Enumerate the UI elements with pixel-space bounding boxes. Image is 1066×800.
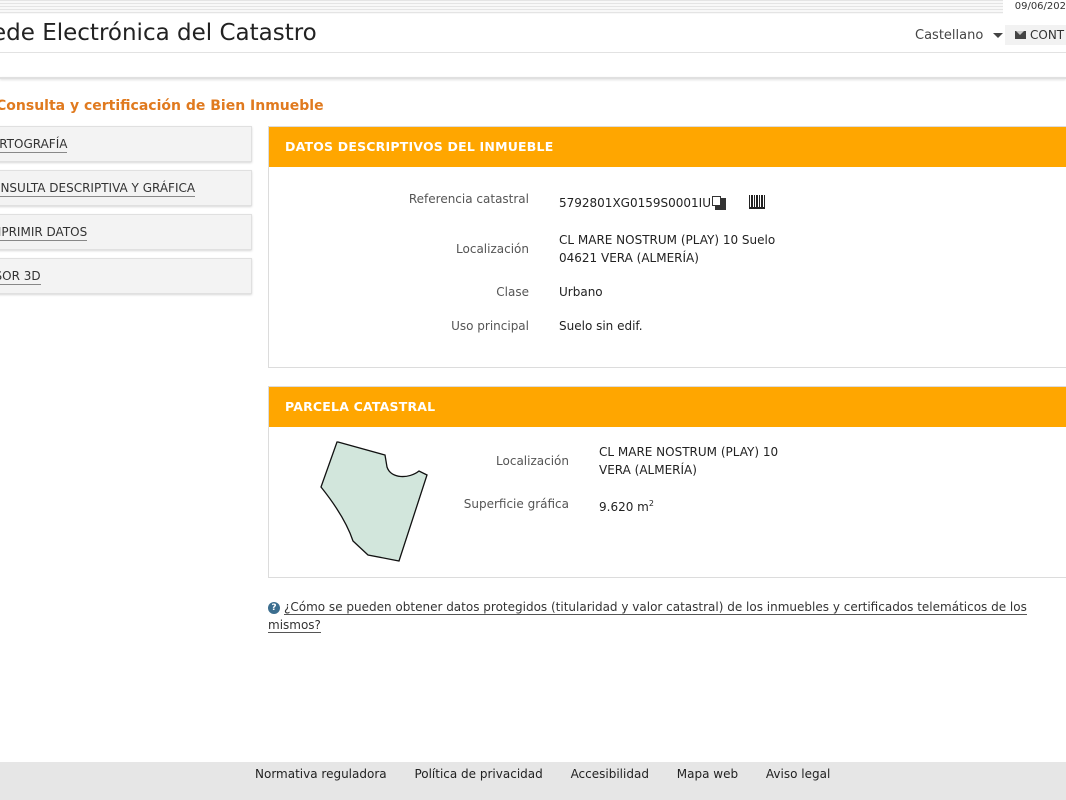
header-divider: [0, 52, 1066, 53]
page-title: Consulta y certificación de Bien Inmuebl…: [0, 98, 324, 114]
envelope-icon: [1015, 30, 1026, 39]
top-stripe: [0, 0, 1066, 14]
parcela-localizacion-line1: CL MARE NOSTRUM (PLAY) 10: [599, 445, 779, 459]
localizacion-line2: 04621 VERA (ALMERÍA): [559, 251, 699, 265]
chevron-down-icon: [993, 33, 1004, 38]
sidebar-item-imprimir-datos[interactable]: MPRIMIR DATOS: [0, 214, 252, 250]
footer-link-aviso-legal[interactable]: Aviso legal: [766, 767, 830, 781]
current-date: 09/06/202: [1002, 0, 1066, 14]
superficie-label: Superficie gráfica: [463, 497, 569, 511]
language-label: Castellano: [915, 28, 984, 43]
footer-links: Normativa reguladora Política de privaci…: [255, 762, 854, 800]
clase-value: Urbano: [559, 285, 603, 299]
parcela-localizacion-label: Localización: [496, 454, 569, 468]
copy-icon[interactable]: [711, 195, 726, 210]
barcode-icon[interactable]: [749, 195, 765, 209]
footer-link-mapa-web[interactable]: Mapa web: [677, 767, 738, 781]
sidebar-item-consulta-descriptiva[interactable]: ONSULTA DESCRIPTIVA Y GRÁFICA: [0, 170, 252, 206]
sidebar-item-cartografia[interactable]: ARTOGRAFÍA: [0, 126, 252, 162]
panel-title: PARCELA CATASTRAL: [269, 387, 1066, 427]
superficie-unit-exponent: 2: [648, 499, 654, 508]
localizacion-line1: CL MARE NOSTRUM (PLAY) 10 Suelo: [559, 233, 776, 247]
sidebar-item-label: ONSULTA DESCRIPTIVA Y GRÁFICA: [0, 181, 196, 197]
header-divider: [0, 77, 1066, 79]
footer-link-privacidad[interactable]: Política de privacidad: [414, 767, 542, 781]
parcela-localizacion-line2: VERA (ALMERÍA): [599, 463, 697, 477]
localizacion-label: Localización: [456, 242, 529, 256]
datos-descriptivos-panel: DATOS DESCRIPTIVOS DEL INMUEBLE Referenc…: [268, 126, 1066, 368]
parcela-catastral-panel: PARCELA CATASTRAL Localización CL MARE N…: [268, 386, 1066, 578]
sidebar-item-label: MPRIMIR DATOS: [0, 225, 88, 241]
clase-label: Clase: [496, 285, 529, 299]
superficie-value: 9.620 m2: [599, 495, 654, 516]
footer-link-accesibilidad[interactable]: Accesibilidad: [571, 767, 649, 781]
help-link[interactable]: ? ¿Cómo se pueden obtener datos protegido…: [268, 598, 1038, 634]
sidebar-item-label: ISOR 3D: [0, 269, 41, 285]
uso-principal-value: Suelo sin edif.: [559, 319, 643, 333]
site-title[interactable]: ede Electrónica del Catastro: [0, 20, 317, 46]
ref-catastral-value: 5792801XG0159S0001IU: [559, 194, 726, 212]
uso-principal-label: Uso principal: [451, 319, 529, 333]
ref-catastral-label: Referencia catastral: [408, 192, 529, 206]
sidebar-item-label: ARTOGRAFÍA: [0, 137, 68, 153]
footer-link-normativa[interactable]: Normativa reguladora: [255, 767, 387, 781]
sidebar-item-visor-3d[interactable]: ISOR 3D: [0, 258, 252, 294]
footer: Normativa reguladora Política de privaci…: [0, 762, 1066, 800]
superficie-number: 9.620 m: [599, 500, 649, 514]
contact-label: CONT: [1030, 28, 1065, 42]
contact-button[interactable]: CONT: [1005, 25, 1066, 45]
language-selector[interactable]: Castellano: [915, 28, 1004, 43]
side-menu: ARTOGRAFÍA ONSULTA DESCRIPTIVA Y GRÁFICA…: [0, 126, 252, 302]
help-icon: ?: [268, 601, 280, 614]
panel-title: DATOS DESCRIPTIVOS DEL INMUEBLE: [269, 127, 1066, 167]
ref-catastral-text[interactable]: 5792801XG0159S0001IU: [559, 196, 711, 210]
help-link-text: ¿Cómo se pueden obtener datos protegidos…: [268, 600, 1027, 633]
